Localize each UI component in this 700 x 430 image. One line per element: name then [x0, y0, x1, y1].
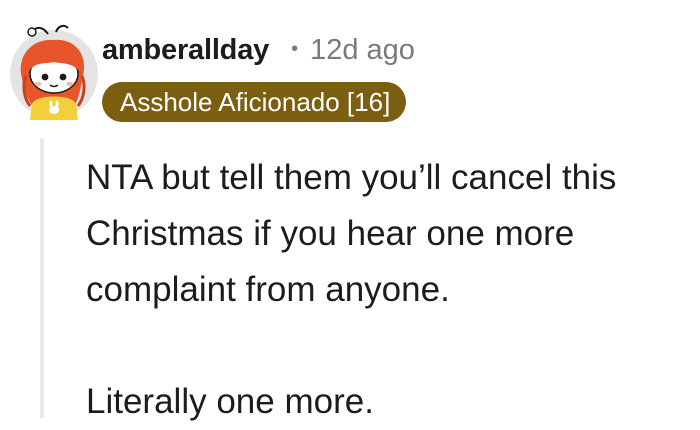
username-link[interactable]: amberallday: [102, 34, 269, 67]
timestamp-link[interactable]: 12d ago: [310, 34, 415, 67]
snoo-avatar-icon[interactable]: [8, 24, 100, 120]
meta-separator: •: [291, 37, 299, 60]
comment-body: NTA but tell them you’ll cancel this Chr…: [86, 150, 686, 430]
comment-paragraph: Literally one more.: [86, 382, 374, 421]
thread-collapse-line[interactable]: [40, 138, 44, 418]
user-flair-badge: Asshole Aficionado [16]: [102, 82, 407, 122]
comment-paragraph: NTA but tell them you’ll cancel this Chr…: [86, 158, 617, 309]
comment-meta: amberallday • 12d ago: [102, 28, 415, 72]
comment: amberallday • 12d ago Asshole Aficionado…: [0, 0, 700, 421]
